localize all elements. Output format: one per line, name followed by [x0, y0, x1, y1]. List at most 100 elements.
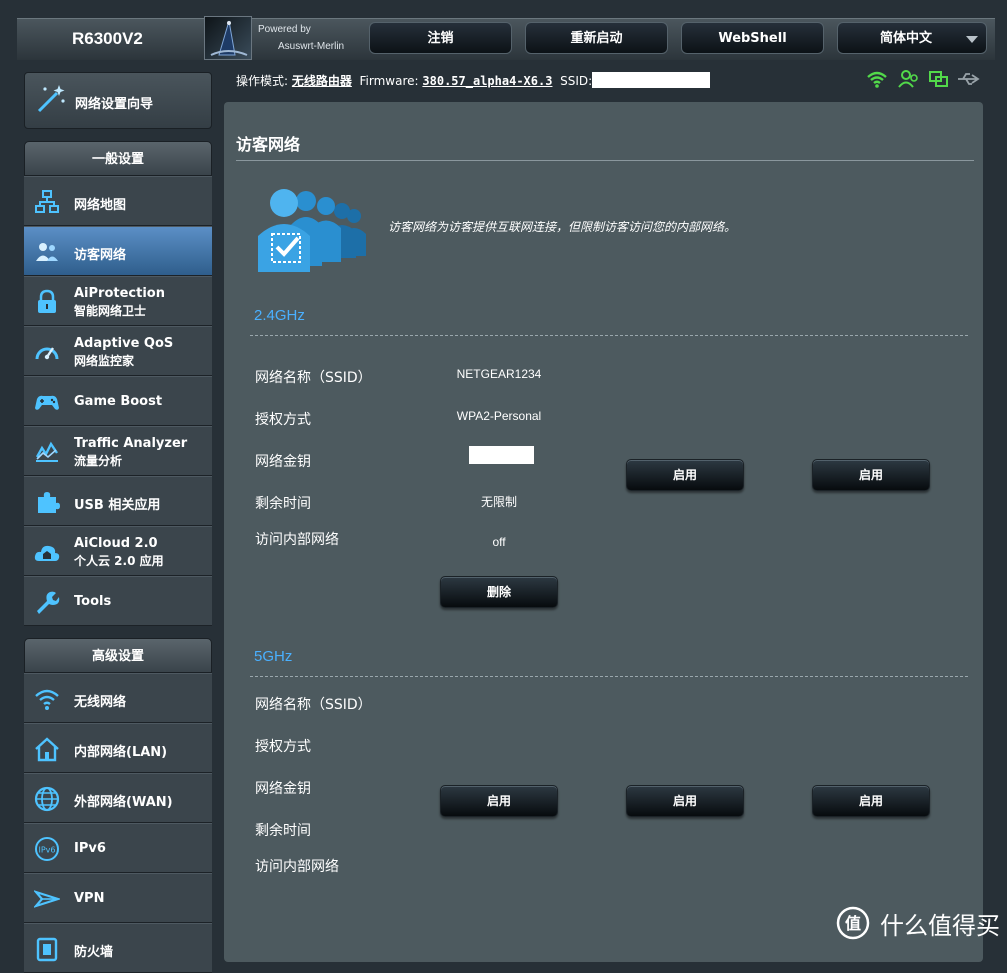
band-24ghz-title: 2.4GHz — [254, 307, 305, 324]
sidebar-item-adaptive-qos[interactable]: Adaptive QoS 网络监控家 — [24, 326, 212, 376]
firmware-label: Firmware: — [359, 74, 419, 88]
lock-icon — [38, 289, 56, 313]
sidebar-item-label: IPv6 — [74, 841, 106, 856]
enable-24ghz-slot2-button[interactable]: 启用 — [626, 459, 744, 491]
setup-wizard-label: 网络设置向导 — [75, 97, 154, 112]
sidebar-item-network-map[interactable]: 网络地图 — [24, 176, 212, 226]
mode-link[interactable]: 无线路由器 — [292, 74, 352, 88]
language-select[interactable]: 简体中文 — [837, 22, 987, 54]
merlin-logo — [204, 16, 252, 60]
sidebar-item-label: AiProtection — [74, 286, 165, 301]
usb-icon[interactable] — [956, 70, 980, 92]
sidebar-item-label: USB 相关应用 — [74, 498, 161, 513]
reboot-label: 重新启动 — [570, 31, 623, 46]
label-key: 网络金钥 — [255, 781, 311, 797]
general-settings-header: 一般设置 — [24, 141, 212, 176]
firmware-link[interactable]: 380.57_alpha4-X6.3 — [422, 74, 552, 88]
svg-text:IPv6: IPv6 — [38, 846, 55, 855]
label-intranet: 访问内部网络 — [255, 859, 339, 875]
logout-button[interactable]: 注销 — [369, 22, 512, 54]
sidebar-item-label: 访客网络 — [74, 248, 127, 263]
home-icon — [35, 737, 59, 762]
sidebar-item-aiprotection[interactable]: AiProtection 智能网络卫士 — [24, 276, 212, 326]
sidebar-item-label: Traffic Analyzer — [74, 436, 188, 451]
label-intranet: 访问内部网络 — [255, 532, 339, 548]
firmware-brand: Asuswrt-Merlin — [278, 41, 345, 52]
enable-label: 启用 — [486, 794, 511, 808]
mode-label: 操作模式: — [236, 74, 289, 88]
globe-icon — [34, 786, 60, 812]
sidebar-item-aicloud[interactable]: AiCloud 2.0 个人云 2.0 应用 — [24, 526, 212, 576]
sidebar-item-label: 网络地图 — [74, 198, 127, 213]
sidebar-item-label: 内部网络(LAN) — [74, 745, 168, 760]
value-auth: WPA2-Personal — [456, 409, 542, 423]
sidebar-item-guest-network[interactable]: 访客网络 — [24, 226, 212, 276]
cloud-home-icon — [34, 545, 60, 561]
enable-label: 启用 — [672, 794, 697, 808]
label-time: 剩余时间 — [255, 823, 311, 839]
vpn-icon — [34, 890, 60, 908]
sidebar-item-wireless[interactable]: 无线网络 — [24, 673, 212, 723]
sidebar-item-label: Adaptive QoS — [74, 336, 174, 351]
sidebar-item-usb[interactable]: USB 相关应用 — [24, 476, 212, 526]
value-key-redacted — [469, 446, 534, 464]
network-icon[interactable] — [928, 70, 950, 92]
enable-5ghz-slot1-button[interactable]: 启用 — [440, 785, 558, 817]
sidebar-item-ipv6[interactable]: IPv6 IPv6 — [24, 823, 212, 873]
chevron-down-icon — [966, 36, 978, 43]
sidebar-item-sublabel: 个人云 2.0 应用 — [74, 554, 164, 568]
enable-label: 启用 — [858, 468, 883, 482]
sidebar-item-firewall[interactable]: 防火墙 — [24, 923, 212, 973]
watermark-logo: 值 — [836, 906, 870, 944]
network-map-icon — [35, 190, 59, 213]
sidebar-item-wan[interactable]: 外部网络(WAN) — [24, 773, 212, 823]
sidebar-item-game-boost[interactable]: Game Boost — [24, 376, 212, 426]
remove-guest-button[interactable]: 删除 — [440, 576, 558, 608]
setup-wizard-button[interactable]: 网络设置向导 — [24, 72, 212, 129]
enable-5ghz-slot3-button[interactable]: 启用 — [812, 785, 930, 817]
sidebar-item-label: AiCloud 2.0 — [74, 536, 158, 551]
sidebar-item-vpn[interactable]: VPN — [24, 873, 212, 923]
sidebar-item-tools[interactable]: Tools — [24, 576, 212, 626]
label-key: 网络金钥 — [255, 454, 311, 470]
section-divider — [250, 676, 968, 677]
wifi-icon[interactable] — [866, 70, 888, 92]
guest-network-illustration — [256, 186, 368, 276]
clients-icon[interactable] — [898, 70, 920, 92]
section-divider — [250, 335, 968, 336]
page-title: 访客网络 — [236, 135, 301, 154]
enable-label: 启用 — [672, 468, 697, 482]
sidebar-item-sublabel: 智能网络卫士 — [74, 304, 147, 318]
webshell-button[interactable]: WebShell — [681, 22, 824, 54]
enable-5ghz-slot2-button[interactable]: 启用 — [626, 785, 744, 817]
sidebar-item-label: Game Boost — [74, 394, 163, 409]
router-model: R6300V2 — [72, 29, 143, 48]
band-5ghz-title: 5GHz — [254, 648, 293, 665]
sidebar-item-sublabel: 网络监控家 — [74, 354, 135, 368]
gauge-icon — [35, 347, 59, 360]
logout-label: 注销 — [427, 31, 454, 46]
advanced-settings-header: 高级设置 — [24, 638, 212, 673]
wrench-icon — [37, 591, 60, 614]
value-intranet: off — [492, 535, 506, 549]
sidebar-item-traffic-analyzer[interactable]: Traffic Analyzer 流量分析 — [24, 426, 212, 476]
label-time: 剩余时间 — [255, 496, 311, 512]
wifi-icon — [35, 689, 59, 710]
sidebar-item-lan[interactable]: 内部网络(LAN) — [24, 723, 212, 773]
label-ssid: 网络名称（SSID） — [255, 370, 372, 386]
enable-24ghz-slot3-button[interactable]: 启用 — [812, 459, 930, 491]
label-ssid: 网络名称（SSID） — [255, 697, 372, 713]
sidebar-item-label: Tools — [74, 594, 112, 609]
sidebar-item-label: 外部网络(WAN) — [74, 795, 173, 810]
remove-label: 删除 — [486, 585, 511, 599]
ipv6-icon: IPv6 — [35, 837, 59, 861]
reboot-button[interactable]: 重新启动 — [525, 22, 668, 54]
ssid-label: SSID: — [560, 74, 593, 88]
chart-line-icon — [35, 441, 58, 462]
magic-wand-icon — [37, 85, 65, 113]
enable-label: 启用 — [858, 794, 883, 808]
label-auth: 授权方式 — [255, 412, 311, 428]
powered-by-text: Powered by — [258, 24, 311, 35]
language-label: 简体中文 — [880, 31, 933, 46]
firewall-icon — [36, 937, 58, 962]
